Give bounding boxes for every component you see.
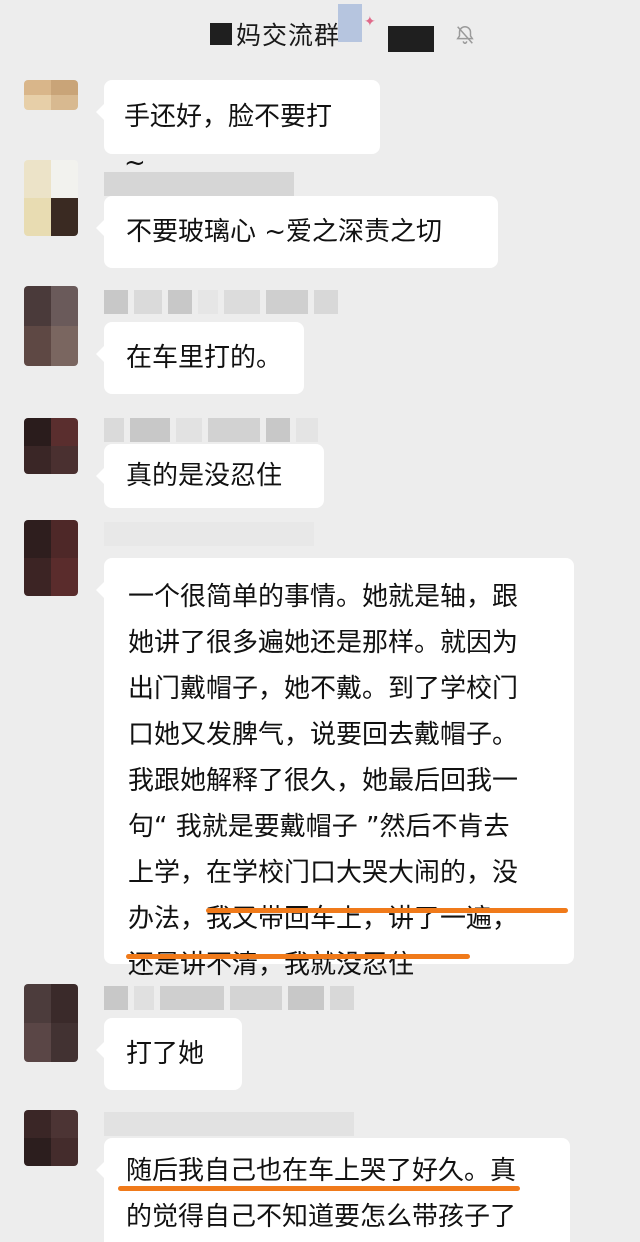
message-line: 的觉得自己不知道要怎么带孩子了 [126, 1202, 517, 1232]
message-line: 我跟她解释了很久，她最后回我一 [128, 766, 519, 796]
message-line: 句“ 我就是要戴帽子 ”然后不肯去 [128, 812, 510, 842]
message-bubble[interactable]: 打了她 [96, 1018, 242, 1090]
message-bubble[interactable]: 不要玻璃心 ~爱之深责之切 [96, 196, 498, 268]
redaction-block [388, 26, 434, 52]
avatar[interactable] [24, 286, 78, 366]
redaction-block [210, 23, 232, 45]
message-line: 一个很简单的事情。她就是轴，跟 [128, 582, 519, 612]
avatar[interactable] [24, 160, 78, 236]
message-line: 上学，在学校门口大哭大闹的，没 [128, 858, 519, 888]
message-line: 她讲了很多遍她还是那样。就因为 [128, 628, 519, 658]
highlight-underline [118, 1186, 520, 1191]
message-bubble[interactable]: 在车里打的。 [96, 322, 304, 394]
sticker-decoration [338, 4, 362, 42]
chat-title: 妈交流群 [236, 21, 341, 50]
message-text: 不要玻璃心 ~爱之深责之切 [126, 217, 443, 247]
highlight-underline [206, 908, 568, 913]
avatar[interactable] [24, 418, 78, 474]
avatar[interactable] [24, 80, 78, 110]
chat-screen: 妈交流群 ✦ 手还好，脸不要打 ~ 不要玻璃心 ~爱之深责之切 在车里打的。 真… [0, 0, 640, 1242]
message-bubble[interactable]: 真的是没忍住 [96, 444, 324, 508]
message-bubble[interactable]: 手还好，脸不要打 ~ [96, 80, 380, 178]
avatar[interactable] [24, 984, 78, 1062]
chat-header: 妈交流群 ✦ [0, 0, 640, 70]
message-line: 办法，我又带回车上，讲了一遍， [128, 904, 519, 934]
sender-name [104, 522, 314, 546]
sender-name [104, 986, 354, 1010]
highlight-underline [126, 954, 470, 959]
sender-name [104, 172, 294, 196]
avatar[interactable] [24, 1110, 78, 1166]
blurred-sender-name [104, 172, 294, 196]
sparkle-icon: ✦ [364, 14, 376, 30]
chat-title-wrap[interactable]: 妈交流群 [210, 14, 340, 54]
avatar[interactable] [24, 520, 78, 596]
sender-name [104, 1112, 354, 1136]
sender-name [104, 290, 338, 314]
sender-name [104, 418, 318, 442]
bell-muted-icon[interactable] [454, 24, 476, 46]
message-text: 手还好，脸不要打 ~ [124, 102, 333, 178]
message-line: 还是讲不清，我就没忍住 [128, 950, 415, 980]
message-line: 出门戴帽子，她不戴。到了学校门 [128, 674, 519, 704]
message-text: 打了她 [126, 1039, 205, 1069]
message-line: 口她又发脾气，说要回去戴帽子。 [128, 720, 519, 750]
message-text: 真的是没忍住 [126, 461, 283, 491]
message-text: 在车里打的。 [126, 343, 283, 373]
message-bubble-long[interactable]: 一个很简单的事情。她就是轴，跟 她讲了很多遍她还是那样。就因为 出门戴帽子，她不… [96, 558, 574, 980]
